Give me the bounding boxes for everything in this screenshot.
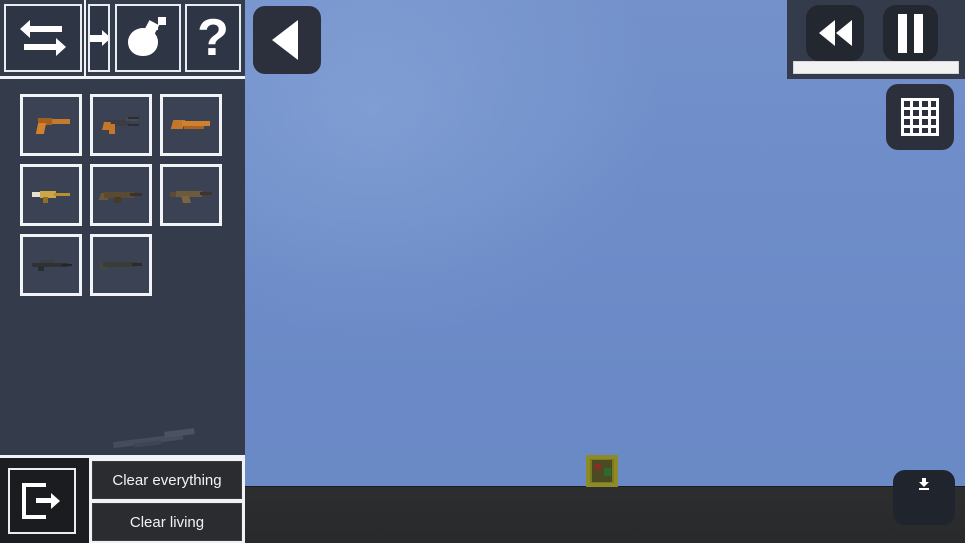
rewind-icon (818, 20, 852, 46)
arrow-right-icon (90, 26, 108, 50)
rewind-button[interactable] (806, 5, 864, 61)
playback-panel (787, 0, 965, 79)
sidebar-toolbar: ? (0, 0, 245, 78)
clear-everything-button[interactable]: Clear everything (92, 461, 242, 499)
question-mark-icon: ? (197, 9, 229, 67)
smg-icon (98, 115, 144, 135)
toolbar-vertical-divider (84, 0, 86, 76)
assault-rifle-icon (28, 185, 74, 205)
weapon-preview-ghost (112, 425, 198, 453)
long-rifle-icon (98, 255, 144, 275)
weapon-slot-battle-rifle[interactable] (90, 164, 152, 226)
timeline-slider[interactable] (793, 61, 959, 74)
sniper-rifle-icon (28, 255, 74, 275)
weapon-slot-smg[interactable] (90, 94, 152, 156)
arrow-tool-button[interactable] (88, 4, 110, 72)
grid-icon (901, 98, 939, 136)
grid-toggle-button[interactable] (886, 84, 954, 150)
triangle-left-icon (272, 20, 298, 60)
sidebar-bottom-bar: Clear everything Clear living (0, 455, 245, 543)
weapon-slot-sniper-rifle[interactable] (20, 234, 82, 296)
shotgun-icon (168, 115, 214, 135)
crate-detail-green (604, 468, 611, 476)
weapon-slot-long-rifle[interactable] (90, 234, 152, 296)
app-root: ? Clear everything Clear living (0, 0, 965, 543)
pistol-icon (28, 115, 74, 135)
scene-object-crate[interactable] (586, 455, 618, 487)
exit-button[interactable] (8, 468, 76, 534)
toolbar-divider (0, 76, 245, 79)
download-button[interactable] (893, 470, 955, 525)
sidebar: ? Clear everything Clear living (0, 0, 245, 543)
swap-arrows-icon (20, 20, 66, 56)
scene-back-button[interactable] (253, 6, 321, 74)
bomb-icon (126, 16, 170, 60)
bomb-tool-button[interactable] (115, 4, 181, 72)
clear-buttons-group: Clear everything Clear living (89, 458, 245, 543)
weapon-slot-ak-rifle[interactable] (160, 164, 222, 226)
swap-tool-button[interactable] (4, 4, 82, 72)
battle-rifle-icon (98, 185, 144, 205)
weapon-slot-pistol[interactable] (20, 94, 82, 156)
exit-icon (22, 483, 62, 519)
weapon-slot-assault-rifle[interactable] (20, 164, 82, 226)
pause-button[interactable] (883, 5, 938, 61)
clear-living-button[interactable]: Clear living (92, 503, 242, 541)
pause-icon (898, 13, 923, 53)
weapon-grid (20, 94, 240, 296)
crate-detail-red (595, 464, 601, 470)
scene-viewport[interactable] (245, 0, 965, 543)
download-icon (919, 478, 929, 490)
ak-rifle-icon (168, 185, 214, 205)
help-tool-button[interactable]: ? (185, 4, 241, 72)
ground-plane (245, 486, 965, 543)
weapon-slot-shotgun[interactable] (160, 94, 222, 156)
